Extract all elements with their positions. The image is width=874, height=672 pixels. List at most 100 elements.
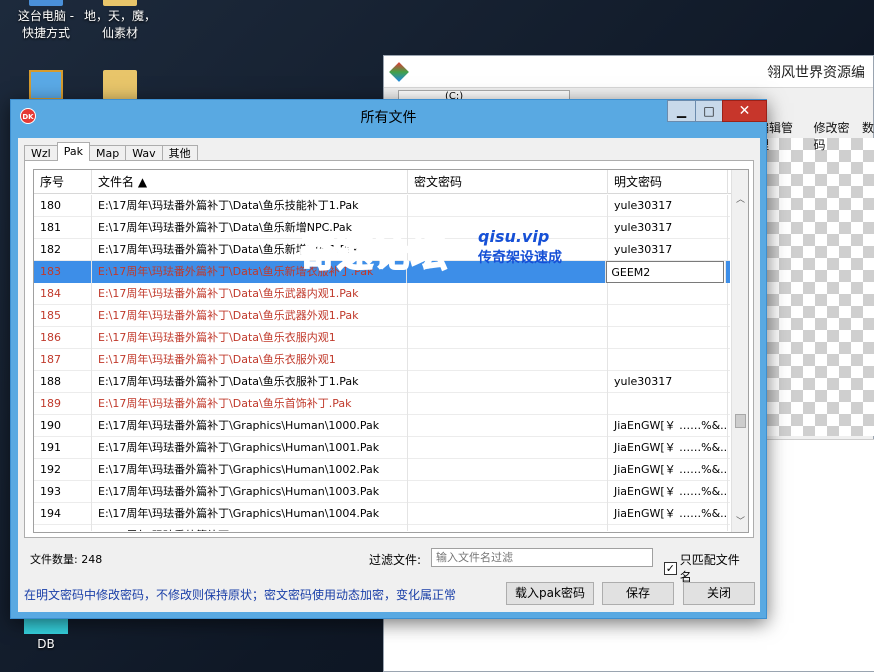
plain-password-editor[interactable]	[606, 261, 725, 283]
exact-match-checkbox[interactable]: ✓ 只匹配文件名	[664, 551, 750, 585]
all-files-dialog[interactable]: DK 所有文件 ▁ □ ✕ Wzl Pak Map Wav 其他 序号 文件名 …	[10, 99, 767, 619]
table-row[interactable]: 187 E:\17周年\玛珐番外篇补丁\Data\鱼乐衣服外观1	[34, 349, 730, 371]
folder-material-shortcut[interactable]: 地，天，魔， 仙素材	[82, 0, 158, 42]
cell-no: 192	[34, 459, 92, 481]
column-header-cipher[interactable]: 密文密码	[408, 170, 608, 194]
cell-plain[interactable]	[608, 305, 728, 327]
maximize-button[interactable]: □	[695, 100, 723, 122]
cell-cipher	[408, 393, 608, 415]
close-window-button[interactable]: ✕	[722, 100, 767, 122]
cell-plain[interactable]: JiaEnGW[￥ ……%&...	[608, 437, 728, 459]
cell-no: 194	[34, 503, 92, 525]
table-row[interactable]: 185 E:\17周年\玛珐番外篇补丁\Data\鱼乐武器外观1.Pak	[34, 305, 730, 327]
table-row[interactable]: 194 E:\17周年\玛珐番外篇补丁\Graphics\Human\1004.P…	[34, 503, 730, 525]
table-row[interactable]: 186 E:\17周年\玛珐番外篇补丁\Data\鱼乐衣服内观1	[34, 327, 730, 349]
cell-filename: E:\17周年\玛珐番外篇补丁\Data\鱼乐衣服补丁1.Pak	[92, 371, 408, 393]
scroll-up-icon[interactable]: ︿	[734, 194, 747, 207]
cell-no: 190	[34, 415, 92, 437]
background-app-titlebar[interactable]: 翎风世界资源编	[384, 56, 873, 88]
background-toolbar: 编辑管理 修改密码 数	[757, 94, 874, 152]
cell-plain[interactable]: JiaEnGW[￥ ……%&...	[608, 415, 728, 437]
this-pc-shortcut[interactable]: 这台电脑 - 快捷方式	[8, 0, 84, 42]
file-count: 文件数量: 248	[30, 553, 103, 566]
cell-plain[interactable]: JiaEnGW[￥ ……%&...	[608, 503, 728, 525]
table-row[interactable]: 182 E:\17周年\玛珐番外篇补丁\Data\鱼乐新增NPC1.Pak yule…	[34, 239, 730, 261]
cell-plain[interactable]	[608, 327, 728, 349]
table-row[interactable]: 180 E:\17周年\玛珐番外篇补丁\Data\鱼乐技能补丁1.Pak yule3…	[34, 195, 730, 217]
table-row[interactable]: 181 E:\17周年\玛珐番外篇补丁\Data\鱼乐新增NPC.Pak yule3…	[34, 217, 730, 239]
cell-filename: E:\17周年\玛珐番外篇补丁\Data\鱼乐衣服内观1	[92, 327, 408, 349]
table-row-selected[interactable]: 183 E:\17周年\玛珐番外篇补丁\Data\鱼乐新增衣服补丁.Pak	[34, 261, 730, 283]
cell-no: 187	[34, 349, 92, 371]
cell-no: 191	[34, 437, 92, 459]
file-grid[interactable]: 序号 文件名 ▲ 密文密码 明文密码 180 E:\17周年\玛珐番外篇补丁\Da…	[33, 169, 749, 533]
tab-other[interactable]: 其他	[161, 145, 198, 161]
db-shortcut[interactable]: DB	[8, 616, 84, 653]
cell-no: 189	[34, 393, 92, 415]
tab-wzl[interactable]: Wzl	[24, 145, 58, 161]
cell-plain[interactable]	[606, 261, 726, 283]
tab-pak[interactable]: Pak	[56, 142, 90, 161]
grid-rows: 180 E:\17周年\玛珐番外篇补丁\Data\鱼乐技能补丁1.Pak yule3…	[34, 195, 730, 531]
toolbar-item-change-password[interactable]: 修改密码	[813, 119, 857, 153]
save-button[interactable]: 保存	[602, 582, 674, 605]
toolbar-item-data[interactable]: 数	[862, 119, 874, 153]
table-row[interactable]: 190 E:\17周年\玛珐番外篇补丁\Graphics\Human\1000.P…	[34, 415, 730, 437]
cell-cipher	[408, 239, 608, 261]
table-row[interactable]: 192 E:\17周年\玛珐番外篇补丁\Graphics\Human\1002.P…	[34, 459, 730, 481]
cell-cipher	[408, 349, 608, 371]
folder-icon	[103, 70, 137, 100]
folder-icon	[103, 0, 137, 6]
cell-cipher	[408, 525, 608, 531]
cell-filename: E:\17周年\玛珐番外篇补丁\Data\鱼乐新增衣服补丁.Pak	[91, 261, 407, 283]
tab-wav[interactable]: Wav	[125, 145, 163, 161]
checkbox-checked-icon[interactable]: ✓	[664, 561, 677, 575]
filter-input[interactable]	[431, 548, 653, 567]
cell-plain[interactable]	[608, 393, 728, 415]
scroll-down-icon[interactable]: ﹀	[734, 516, 747, 529]
minimize-button[interactable]: ▁	[667, 100, 696, 122]
cell-cipher	[408, 305, 608, 327]
column-header-no[interactable]: 序号	[34, 170, 92, 194]
cell-filename: E:\17周年\玛珐番外篇补丁\Data\鱼乐新增NPC.Pak	[92, 217, 408, 239]
cell-plain[interactable]: yule30317	[608, 195, 728, 217]
cell-plain[interactable]: yule30317	[608, 217, 728, 239]
cell-plain[interactable]: JiaEnGW[￥ ……%&...	[608, 525, 728, 531]
close-button[interactable]: 关闭	[683, 582, 755, 605]
load-pak-password-button[interactable]: 载入pak密码	[506, 582, 594, 605]
cell-plain[interactable]	[608, 283, 728, 305]
column-header-plain[interactable]: 明文密码	[608, 170, 728, 194]
table-row[interactable]: 193 E:\17周年\玛珐番外篇补丁\Graphics\Human\1003.P…	[34, 481, 730, 503]
cell-plain[interactable]: yule30317	[608, 239, 728, 261]
cell-filename: E:\17周年\玛珐番外篇补丁\Data\鱼乐武器内观1.Pak	[92, 283, 408, 305]
archive-shortcut[interactable]	[8, 70, 84, 102]
filter-bar: 文件数量: 248 过滤文件: ✓ 只匹配文件名	[30, 548, 750, 584]
column-header-filename[interactable]: 文件名 ▲	[92, 170, 408, 194]
cell-plain[interactable]: JiaEnGW[￥ ……%&...	[608, 481, 728, 503]
tab-map[interactable]: Map	[88, 145, 127, 161]
dialog-titlebar[interactable]: DK 所有文件 ▁ □ ✕	[11, 100, 767, 132]
cell-filename: E:\17周年\玛珐番外篇补丁\Data\鱼乐衣服外观1	[92, 349, 408, 371]
cell-plain[interactable]	[608, 349, 728, 371]
computer-icon	[29, 0, 63, 6]
cell-cipher	[408, 327, 608, 349]
table-row[interactable]: 195E:\17周年\玛珐番外篇补丁\Graphics\Human\1005.P…	[34, 525, 730, 531]
dialog-title: 所有文件	[360, 110, 417, 126]
cell-no: 184	[34, 283, 92, 305]
table-row[interactable]: 191 E:\17周年\玛珐番外篇补丁\Graphics\Human\1001.P…	[34, 437, 730, 459]
cell-filename: E:\17周年\玛珐番外篇补丁\Graphics\Human\1000.Pak	[92, 415, 408, 437]
folder-shortcut[interactable]	[82, 70, 158, 102]
desktop-icon-label-line1: 这台电脑 -	[17, 9, 75, 23]
table-row[interactable]: 188 E:\17周年\玛珐番外篇补丁\Data\鱼乐衣服补丁1.Pak yule3…	[34, 371, 730, 393]
cell-plain[interactable]: yule30317	[608, 371, 728, 393]
table-row[interactable]: 189 E:\17周年\玛珐番外篇补丁\Data\鱼乐首饰补丁.Pak	[34, 393, 730, 415]
table-row[interactable]: 184 E:\17周年\玛珐番外篇补丁\Data\鱼乐武器内观1.Pak	[34, 283, 730, 305]
pak-tab-panel: 序号 文件名 ▲ 密文密码 明文密码 180 E:\17周年\玛珐番外篇补丁\Da…	[24, 160, 754, 538]
grid-header: 序号 文件名 ▲ 密文密码 明文密码	[34, 170, 748, 194]
cell-filename: E:\17周年\玛珐番外篇补丁\Data\鱼乐新增NPC1.Pak	[92, 239, 408, 261]
cell-plain[interactable]: JiaEnGW[￥ ……%&...	[608, 459, 728, 481]
grid-vertical-scrollbar[interactable]: ︿ ﹀	[731, 170, 748, 532]
scrollbar-thumb[interactable]	[735, 414, 746, 428]
cell-filename: E:\17周年\玛珐番外篇补丁\Data\鱼乐武器外观1.Pak	[92, 305, 408, 327]
cell-no: 186	[34, 327, 92, 349]
